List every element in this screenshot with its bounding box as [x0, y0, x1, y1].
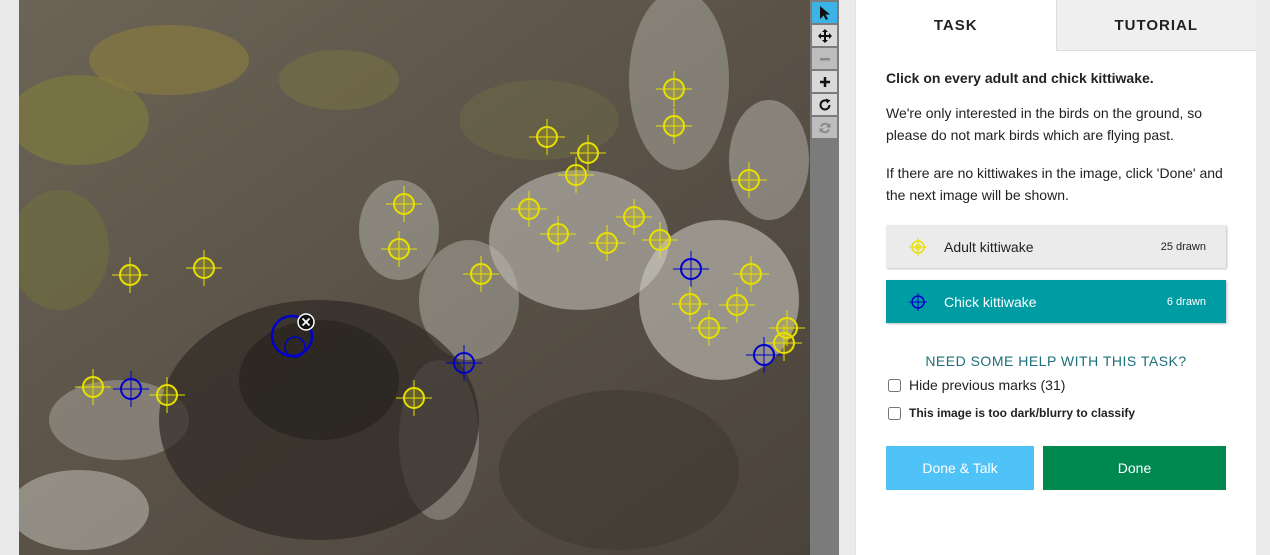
hide-marks-option[interactable]: Hide previous marks (31) — [888, 377, 1065, 393]
tab-task[interactable]: TASK — [856, 0, 1056, 51]
adult-mark[interactable] — [463, 256, 499, 292]
adult-mark[interactable] — [112, 257, 148, 293]
chick-marks-group[interactable] — [113, 251, 782, 407]
adult-mark[interactable] — [642, 222, 678, 258]
pan-tool-button[interactable] — [812, 25, 837, 46]
adult-mark[interactable] — [656, 71, 692, 107]
too-dark-label: This image is too dark/blurry to classif… — [909, 406, 1136, 420]
blue-crosshair-icon — [909, 292, 927, 311]
chick-mark[interactable] — [113, 371, 149, 407]
adult-mark[interactable] — [386, 186, 422, 222]
task-help-paragraph-1: We're only interested in the birds on th… — [886, 105, 1203, 143]
choice-chick-count: 6 drawn — [1166, 295, 1206, 308]
adult-mark[interactable] — [719, 287, 755, 323]
tab-tutorial[interactable]: TUTORIAL — [1055, 0, 1256, 51]
adult-mark[interactable] — [540, 216, 576, 252]
adult-mark[interactable] — [616, 199, 652, 235]
adult-mark[interactable] — [731, 162, 767, 198]
done-button[interactable]: Done — [1043, 446, 1226, 490]
adult-mark[interactable] — [589, 225, 625, 261]
choice-adult-label: Adult kittiwake — [944, 238, 1034, 255]
choice-adult-count: 25 drawn — [1160, 240, 1206, 253]
yellow-crosshair-icon — [909, 237, 927, 256]
delete-mark-icon[interactable] — [297, 313, 315, 331]
choice-chick-label: Chick kittiwake — [944, 293, 1037, 310]
zoom-out-button[interactable] — [812, 48, 837, 69]
done-and-talk-button[interactable]: Done & Talk — [886, 446, 1034, 490]
chick-mark[interactable] — [673, 251, 709, 287]
subject-image-viewer[interactable] — [19, 0, 810, 555]
plus-icon — [819, 76, 830, 87]
refresh-icon — [819, 122, 830, 133]
rotate-button[interactable] — [812, 94, 837, 115]
move-arrows-icon — [817, 28, 832, 43]
hide-marks-checkbox[interactable] — [888, 378, 901, 392]
adult-mark[interactable] — [149, 377, 185, 413]
choice-chick-kittiwake[interactable]: Chick kittiwake 6 drawn — [886, 280, 1226, 323]
choice-adult-kittiwake[interactable]: Adult kittiwake 25 drawn — [886, 225, 1226, 268]
adult-mark[interactable] — [672, 286, 708, 322]
cursor-arrow-icon — [819, 5, 830, 20]
rotate-icon — [819, 98, 830, 110]
reset-button[interactable] — [812, 117, 837, 138]
adult-mark[interactable] — [75, 369, 111, 405]
selected-mark[interactable] — [270, 313, 315, 358]
adult-mark[interactable] — [691, 310, 727, 346]
task-instruction: Click on every adult and chick kittiwake… — [886, 70, 1154, 86]
panel-tabs: TASK TUTORIAL — [856, 0, 1256, 51]
adult-marks-group[interactable] — [75, 71, 805, 416]
adult-mark[interactable] — [381, 231, 417, 267]
adult-mark[interactable] — [511, 191, 547, 227]
task-help-paragraph-2: If there are no kittiwakes in the image,… — [886, 165, 1223, 203]
task-panel: TASK TUTORIAL Click on every adult and c… — [855, 0, 1256, 555]
too-dark-checkbox[interactable] — [888, 406, 901, 420]
hide-marks-label: Hide previous marks (31) — [909, 377, 1066, 393]
minus-icon — [819, 57, 830, 60]
adult-mark[interactable] — [733, 256, 769, 292]
adult-mark[interactable] — [186, 250, 222, 286]
chick-mark[interactable] — [446, 345, 482, 381]
too-dark-option[interactable]: This image is too dark/blurry to classif… — [888, 406, 1135, 420]
marks-layer[interactable] — [19, 0, 810, 555]
help-link[interactable]: NEED SOME HELP WITH THIS TASK? — [856, 353, 1256, 369]
image-toolbar — [810, 0, 839, 555]
task-content: Click on every adult and chick kittiwake… — [886, 51, 1226, 206]
left-gutter — [0, 0, 19, 555]
adult-mark[interactable] — [396, 380, 432, 416]
zoom-in-button[interactable] — [812, 71, 837, 92]
pointer-tool-button[interactable] — [812, 2, 837, 23]
adult-mark[interactable] — [529, 119, 565, 155]
adult-mark[interactable] — [656, 108, 692, 144]
